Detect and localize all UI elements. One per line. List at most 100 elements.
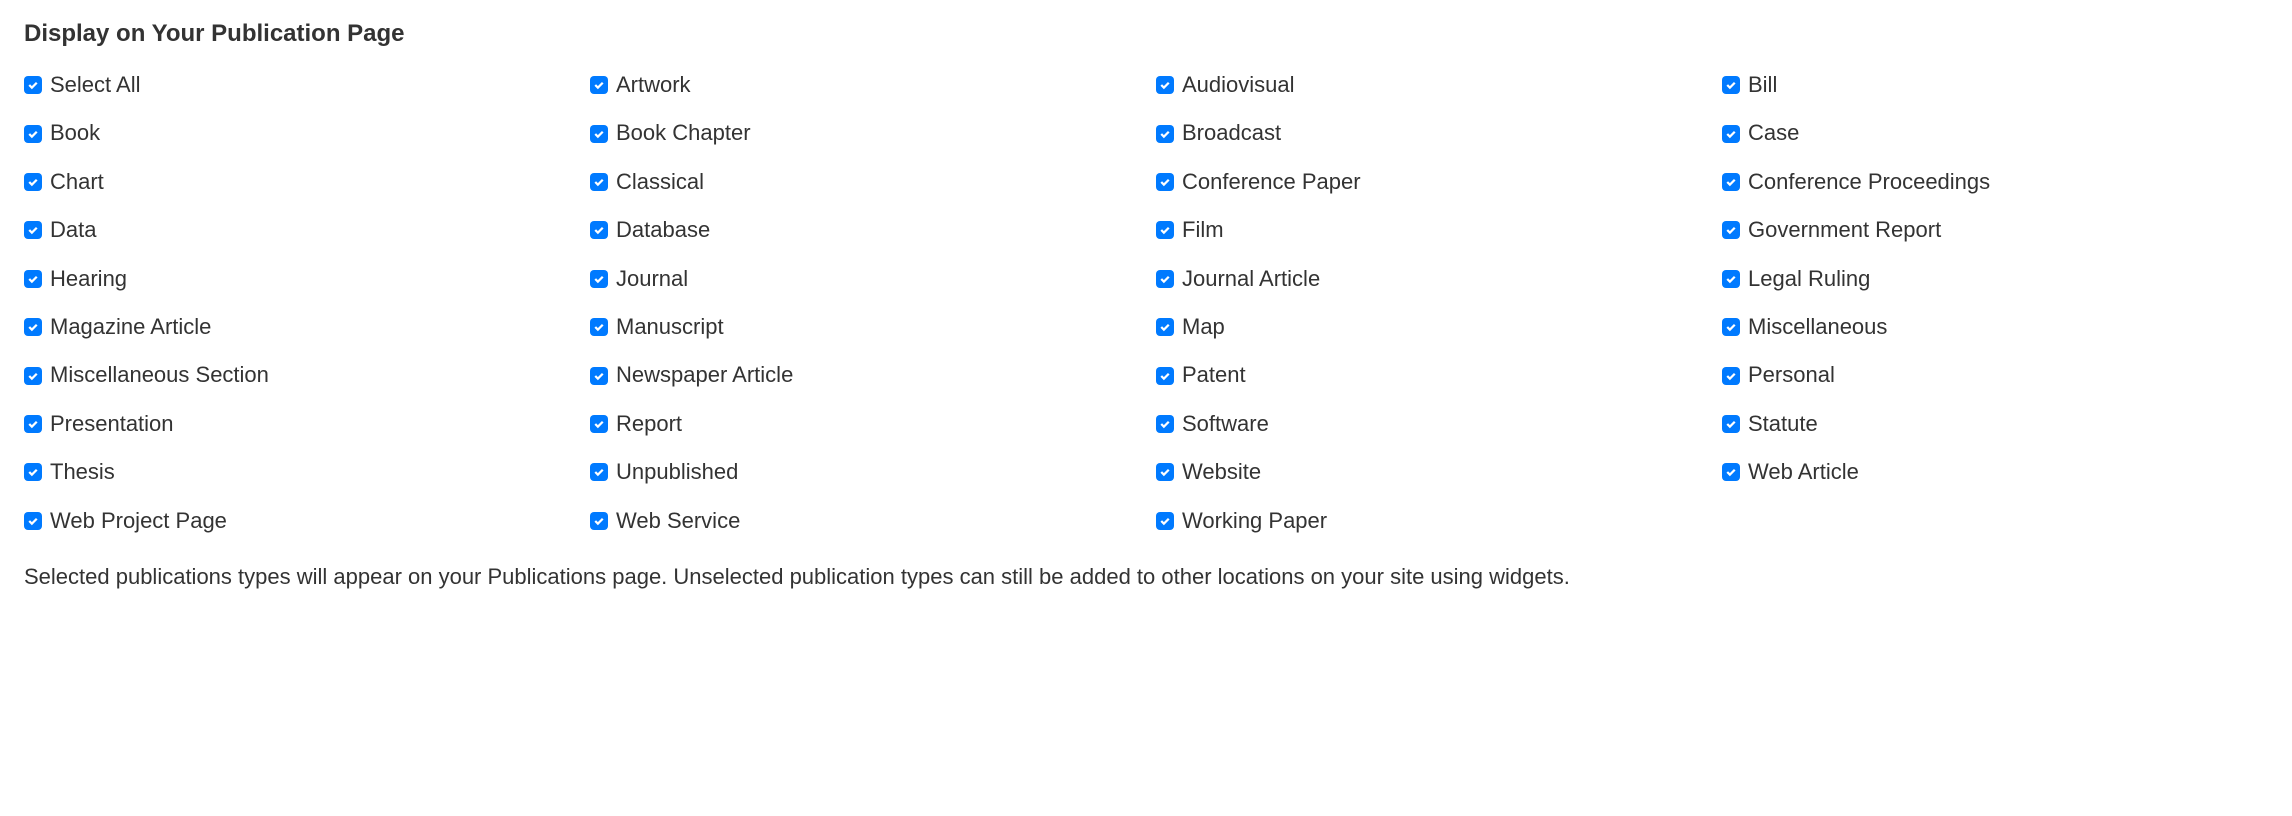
checkbox-item: Journal bbox=[590, 266, 1136, 292]
checkbox[interactable] bbox=[1156, 512, 1174, 530]
checkbox[interactable] bbox=[1156, 415, 1174, 433]
checkbox-label: Software bbox=[1182, 411, 1269, 437]
checkbox-item: Working Paper bbox=[1156, 508, 1702, 534]
checkbox-item: Newspaper Article bbox=[590, 362, 1136, 388]
checkbox[interactable] bbox=[24, 415, 42, 433]
checkmark-icon bbox=[593, 370, 605, 382]
checkbox-label: Artwork bbox=[616, 72, 691, 98]
publication-types-grid: Select All Artwork Audiovisual Bill Book Book… bbox=[24, 72, 2268, 534]
checkbox-item: Personal bbox=[1722, 362, 2268, 388]
checkbox-item: Web Article bbox=[1722, 459, 2268, 485]
checkmark-icon bbox=[593, 321, 605, 333]
checkbox[interactable] bbox=[1156, 270, 1174, 288]
footer-description: Selected publications types will appear … bbox=[24, 562, 2268, 593]
checkbox-label: Audiovisual bbox=[1182, 72, 1295, 98]
checkbox-label: Website bbox=[1182, 459, 1261, 485]
checkmark-icon bbox=[1725, 418, 1737, 430]
checkmark-icon bbox=[27, 128, 39, 140]
checkbox[interactable] bbox=[590, 415, 608, 433]
checkmark-icon bbox=[593, 176, 605, 188]
checkbox[interactable] bbox=[1156, 318, 1174, 336]
checkbox[interactable] bbox=[24, 76, 42, 94]
checkmark-icon bbox=[1159, 224, 1171, 236]
checkbox-label: Broadcast bbox=[1182, 120, 1281, 146]
checkmark-icon bbox=[1725, 224, 1737, 236]
checkbox[interactable] bbox=[1156, 125, 1174, 143]
checkbox-label: Presentation bbox=[50, 411, 174, 437]
checkmark-icon bbox=[593, 79, 605, 91]
checkbox[interactable] bbox=[590, 367, 608, 385]
checkmark-icon bbox=[593, 466, 605, 478]
checkbox[interactable] bbox=[24, 173, 42, 191]
checkbox-label: Book bbox=[50, 120, 100, 146]
checkbox[interactable] bbox=[590, 125, 608, 143]
checkbox[interactable] bbox=[24, 221, 42, 239]
checkbox[interactable] bbox=[1156, 463, 1174, 481]
checkbox[interactable] bbox=[590, 512, 608, 530]
checkmark-icon bbox=[27, 79, 39, 91]
checkbox-item: Report bbox=[590, 411, 1136, 437]
checkbox[interactable] bbox=[24, 270, 42, 288]
checkbox-item: Book bbox=[24, 120, 570, 146]
checkmark-icon bbox=[1159, 273, 1171, 285]
checkbox[interactable] bbox=[1722, 367, 1740, 385]
checkmark-icon bbox=[27, 273, 39, 285]
checkbox[interactable] bbox=[1722, 173, 1740, 191]
checkbox[interactable] bbox=[590, 318, 608, 336]
checkbox[interactable] bbox=[1156, 76, 1174, 94]
checkbox[interactable] bbox=[1722, 76, 1740, 94]
checkbox[interactable] bbox=[1722, 221, 1740, 239]
checkbox[interactable] bbox=[590, 76, 608, 94]
checkbox-label: Thesis bbox=[50, 459, 115, 485]
checkbox-label: Unpublished bbox=[616, 459, 738, 485]
checkbox[interactable] bbox=[24, 512, 42, 530]
checkbox[interactable] bbox=[1722, 125, 1740, 143]
checkbox-item: Broadcast bbox=[1156, 120, 1702, 146]
checkbox-item: Presentation bbox=[24, 411, 570, 437]
checkbox-item: Statute bbox=[1722, 411, 2268, 437]
checkbox-item: Website bbox=[1156, 459, 1702, 485]
checkbox-label: Journal bbox=[616, 266, 688, 292]
checkbox[interactable] bbox=[1722, 270, 1740, 288]
checkbox-label: Book Chapter bbox=[616, 120, 751, 146]
checkbox-item: Artwork bbox=[590, 72, 1136, 98]
checkmark-icon bbox=[1159, 128, 1171, 140]
checkbox[interactable] bbox=[1156, 367, 1174, 385]
checkbox-label: Personal bbox=[1748, 362, 1835, 388]
checkbox[interactable] bbox=[590, 463, 608, 481]
checkbox[interactable] bbox=[590, 270, 608, 288]
checkbox-item: Database bbox=[590, 217, 1136, 243]
checkbox-item: Thesis bbox=[24, 459, 570, 485]
checkbox[interactable] bbox=[1156, 173, 1174, 191]
checkbox[interactable] bbox=[1722, 463, 1740, 481]
checkmark-icon bbox=[27, 370, 39, 382]
checkbox-item: Conference Paper bbox=[1156, 169, 1702, 195]
checkbox-item: Web Project Page bbox=[24, 508, 570, 534]
checkbox-item: Book Chapter bbox=[590, 120, 1136, 146]
checkbox[interactable] bbox=[24, 463, 42, 481]
checkbox-label: Web Article bbox=[1748, 459, 1859, 485]
checkbox-label: Statute bbox=[1748, 411, 1818, 437]
checkmark-icon bbox=[1159, 418, 1171, 430]
checkbox-label: Web Project Page bbox=[50, 508, 227, 534]
checkbox[interactable] bbox=[24, 367, 42, 385]
checkbox[interactable] bbox=[590, 221, 608, 239]
checkbox-item: Government Report bbox=[1722, 217, 2268, 243]
checkbox[interactable] bbox=[1722, 318, 1740, 336]
checkbox[interactable] bbox=[24, 125, 42, 143]
checkbox[interactable] bbox=[590, 173, 608, 191]
checkmark-icon bbox=[593, 128, 605, 140]
checkbox-label: Manuscript bbox=[616, 314, 724, 340]
checkbox-label: Film bbox=[1182, 217, 1224, 243]
checkbox-item: Case bbox=[1722, 120, 2268, 146]
checkmark-icon bbox=[593, 515, 605, 527]
checkbox-label: Government Report bbox=[1748, 217, 1941, 243]
checkbox-label: Magazine Article bbox=[50, 314, 211, 340]
checkbox[interactable] bbox=[1722, 415, 1740, 433]
checkbox-item: Select All bbox=[24, 72, 570, 98]
checkbox-label: Map bbox=[1182, 314, 1225, 340]
checkmark-icon bbox=[1725, 176, 1737, 188]
checkbox[interactable] bbox=[1156, 221, 1174, 239]
checkbox[interactable] bbox=[24, 318, 42, 336]
checkbox-item: Bill bbox=[1722, 72, 2268, 98]
